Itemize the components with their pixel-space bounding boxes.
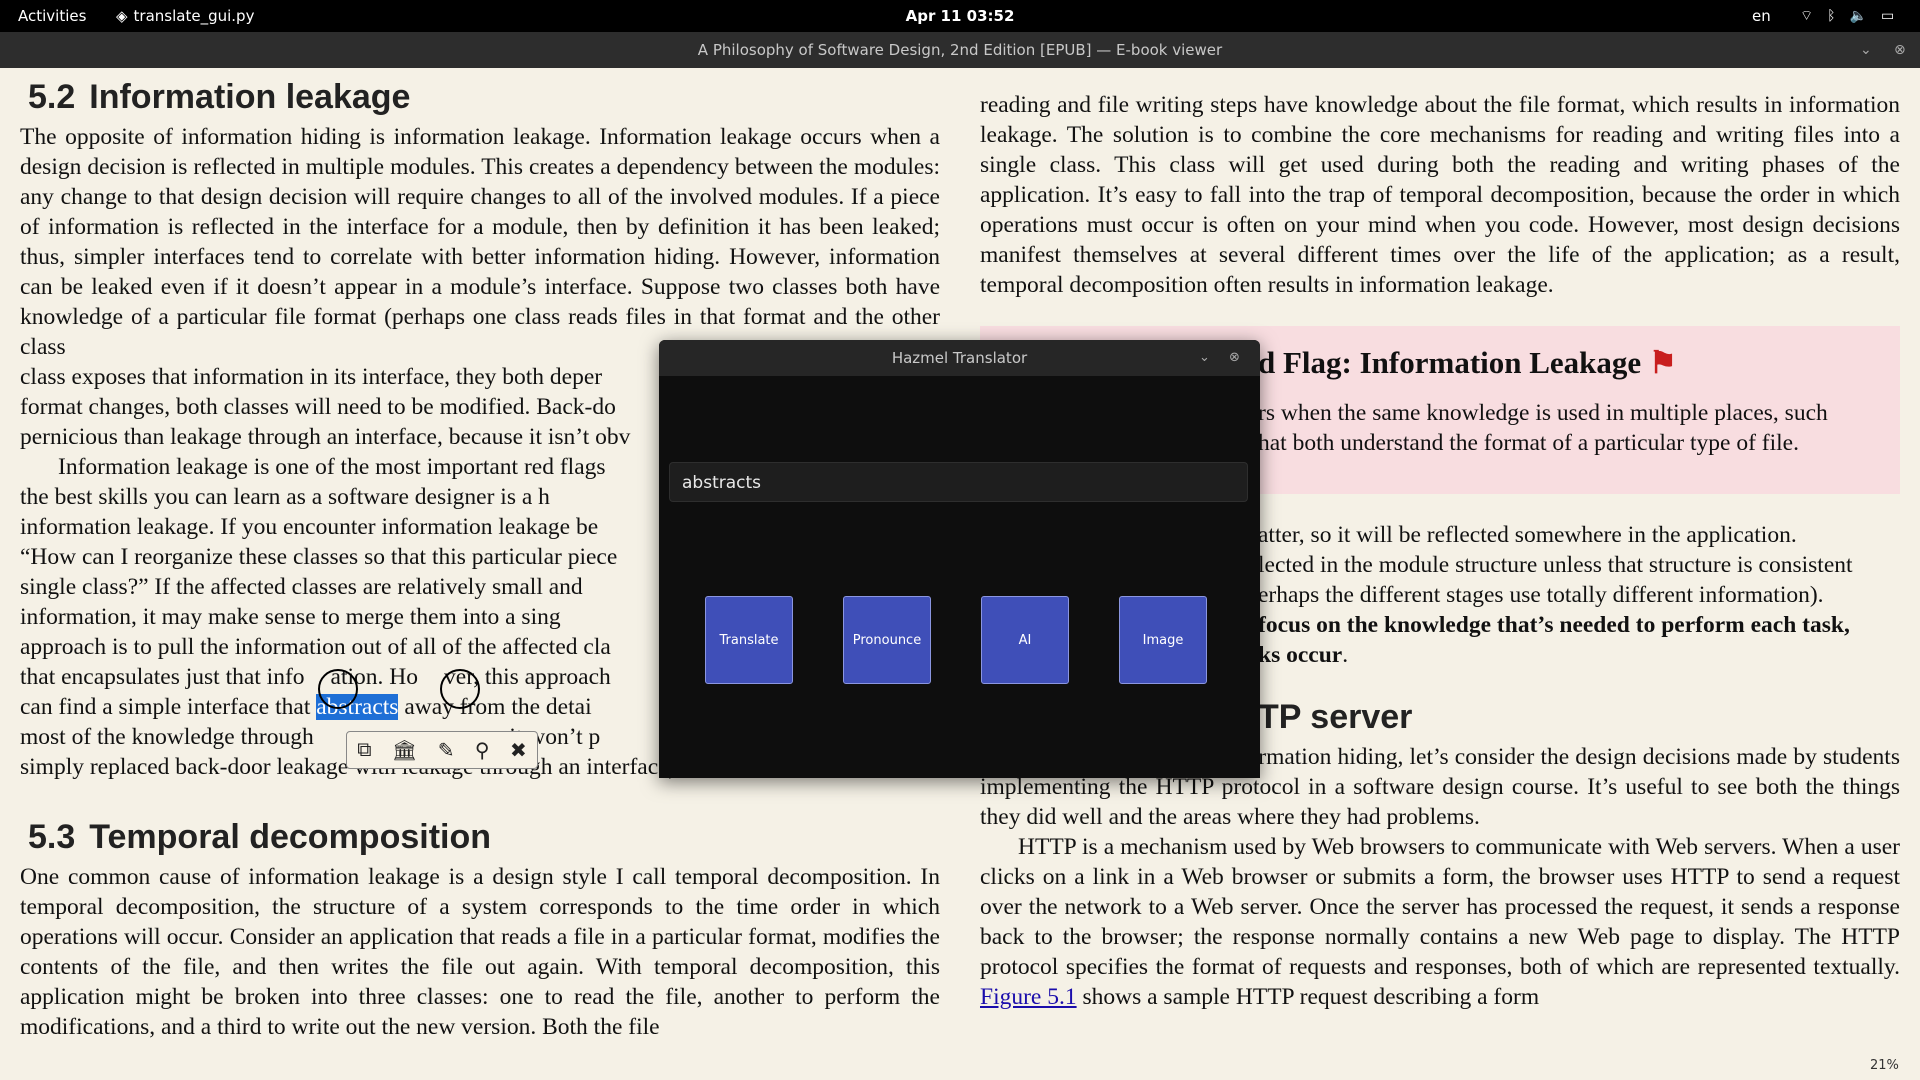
dialog-title: Hazmel Translator [891, 349, 1028, 367]
word-input[interactable]: abstracts [669, 462, 1248, 502]
bluetooth-icon: ᛒ [1827, 8, 1836, 24]
red-flag-icon: ⚑ [1648, 345, 1677, 380]
highlight-icon[interactable]: ✎ [438, 738, 455, 763]
chevron-down-icon[interactable]: ⌄ [1199, 340, 1210, 376]
clock[interactable]: Apr 11 03:52 [0, 0, 1920, 32]
section-heading: 5.3 Temporal decomposition [28, 820, 940, 854]
translator-dialog: Hazmel Translator ⌄ ⊗ abstracts Translat… [659, 340, 1260, 778]
image-button[interactable]: Image [1119, 596, 1207, 684]
system-status-menu[interactable]: ⌔ ᛒ 🔈 ▭ [1800, 0, 1894, 32]
close-icon[interactable]: ⊗ [1229, 340, 1240, 376]
pronounce-button[interactable]: Pronounce [843, 596, 931, 684]
paragraph: reading and file writing steps have know… [980, 92, 1900, 298]
copy-icon[interactable]: ⧉ [357, 739, 371, 762]
section-title: Information leakage [89, 78, 411, 116]
battery-icon: ▭ [1881, 8, 1895, 24]
wifi-icon: ⌔ [1800, 8, 1814, 24]
section-number: 5.2 [28, 78, 76, 116]
section-number: 5.3 [28, 818, 76, 856]
window-title: A Philosophy of Software Design, 2nd Edi… [697, 41, 1223, 59]
volume-icon: 🔈 [1849, 8, 1868, 24]
lookup-icon[interactable]: 🏛 [392, 738, 417, 763]
selection-handle-left[interactable] [318, 669, 358, 709]
search-icon[interactable]: ⚲ [475, 738, 490, 763]
selection-toolbar: ⧉ 🏛 ✎ ⚲ ✖ [346, 731, 538, 769]
close-icon[interactable]: ⊗ [1894, 32, 1906, 68]
translate-button[interactable]: Translate [705, 596, 793, 684]
selection-handle-right[interactable] [440, 669, 480, 709]
section-title: Temporal decomposition [89, 818, 492, 856]
top-system-bar: Activities ◈ translate_gui.py Apr 11 03:… [0, 0, 1920, 32]
dialog-title-bar: Hazmel Translator ⌄ ⊗ [659, 340, 1260, 376]
paragraph: HTTP is a mechanism used by Web browsers… [980, 834, 1900, 1010]
section-heading: 5.2 Information leakage [28, 80, 940, 114]
paragraph: One common cause of information leakage … [20, 864, 940, 1040]
window-title-bar: A Philosophy of Software Design, 2nd Edi… [0, 32, 1920, 68]
keyboard-language[interactable]: en [1752, 0, 1771, 32]
ai-button[interactable]: AI [981, 596, 1069, 684]
close-icon[interactable]: ✖ [510, 738, 527, 763]
zoom-level: 21% [1870, 1058, 1899, 1073]
chevron-down-icon[interactable]: ⌄ [1860, 32, 1872, 68]
figure-link[interactable]: Figure 5.1 [980, 984, 1077, 1010]
